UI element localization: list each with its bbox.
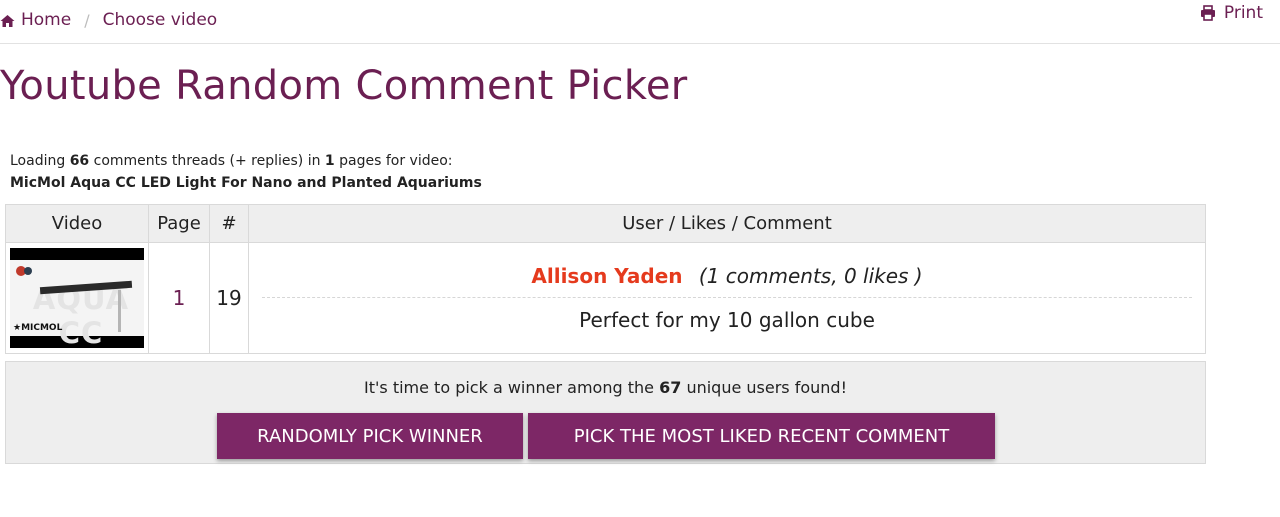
header-user: User / Likes / Comment bbox=[248, 204, 1206, 243]
pick-most-liked-button[interactable]: PICK THE MOST LIKED RECENT COMMENT bbox=[528, 413, 995, 459]
pick-msg-prefix: It's time to pick a winner among the bbox=[364, 378, 654, 397]
winner-name[interactable]: Allison Yaden bbox=[531, 264, 682, 288]
loading-info: Loading 66 comments threads (+ replies) … bbox=[10, 150, 482, 194]
header-video: Video bbox=[5, 204, 149, 243]
loading-mid: comments threads (+ replies) in bbox=[93, 153, 321, 169]
video-thumbnail[interactable]: AQUA CC ★MICMOL bbox=[10, 248, 144, 348]
page-cell: 1 bbox=[148, 242, 210, 354]
comments-count: 66 bbox=[69, 153, 90, 169]
breadcrumb-current-link[interactable]: Choose video bbox=[103, 10, 218, 30]
header-index: # bbox=[209, 204, 249, 243]
loading-line: Loading 66 comments threads (+ replies) … bbox=[10, 150, 482, 172]
video-cell: AQUA CC ★MICMOL bbox=[5, 242, 149, 354]
loading-suffix: pages for video: bbox=[339, 153, 453, 169]
home-icon bbox=[0, 13, 15, 27]
pages-count: 1 bbox=[324, 153, 335, 169]
logo-icon bbox=[16, 266, 32, 276]
comment-text: Perfect for my 10 gallon cube bbox=[579, 308, 875, 332]
unique-users-count: 67 bbox=[659, 378, 682, 397]
breadcrumb-separator: / bbox=[84, 10, 90, 30]
index-cell: 19 bbox=[209, 242, 249, 354]
winner-meta: (1 comments, 0 likes ) bbox=[698, 264, 923, 288]
table-row: AQUA CC ★MICMOL 1 19 Allison Yaden (1 co… bbox=[5, 242, 1206, 354]
loading-prefix: Loading bbox=[10, 153, 66, 169]
results-table: Video Page # User / Likes / Comment AQUA… bbox=[5, 204, 1206, 354]
page-title: Youtube Random Comment Picker bbox=[0, 63, 688, 109]
winner-line: Allison Yaden (1 comments, 0 likes ) bbox=[262, 264, 1192, 298]
pick-message: It's time to pick a winner among the 67 … bbox=[6, 378, 1205, 397]
breadcrumb-home-label: Home bbox=[21, 10, 72, 30]
print-icon bbox=[1200, 5, 1216, 21]
header-page: Page bbox=[148, 204, 210, 243]
thumbnail-text: AQUA CC bbox=[32, 282, 130, 348]
video-title: MicMol Aqua CC LED Light For Nano and Pl… bbox=[10, 175, 482, 191]
thumbnail-brand: ★MICMOL bbox=[13, 323, 63, 333]
breadcrumb: Home / Choose video bbox=[0, 10, 217, 30]
randomly-pick-winner-button[interactable]: RANDOMLY PICK WINNER bbox=[217, 413, 523, 459]
table-header-row: Video Page # User / Likes / Comment bbox=[5, 204, 1206, 243]
pick-msg-suffix: unique users found! bbox=[686, 378, 847, 397]
print-link[interactable]: Print bbox=[1200, 3, 1263, 23]
comment-cell: Allison Yaden (1 comments, 0 likes ) Per… bbox=[248, 242, 1206, 354]
top-bar: Home / Choose video Print bbox=[0, 0, 1280, 44]
breadcrumb-home-link[interactable]: Home bbox=[0, 10, 71, 30]
print-label: Print bbox=[1223, 3, 1263, 23]
lamp-stand bbox=[118, 290, 121, 332]
pick-winner-panel: It's time to pick a winner among the 67 … bbox=[5, 361, 1206, 464]
